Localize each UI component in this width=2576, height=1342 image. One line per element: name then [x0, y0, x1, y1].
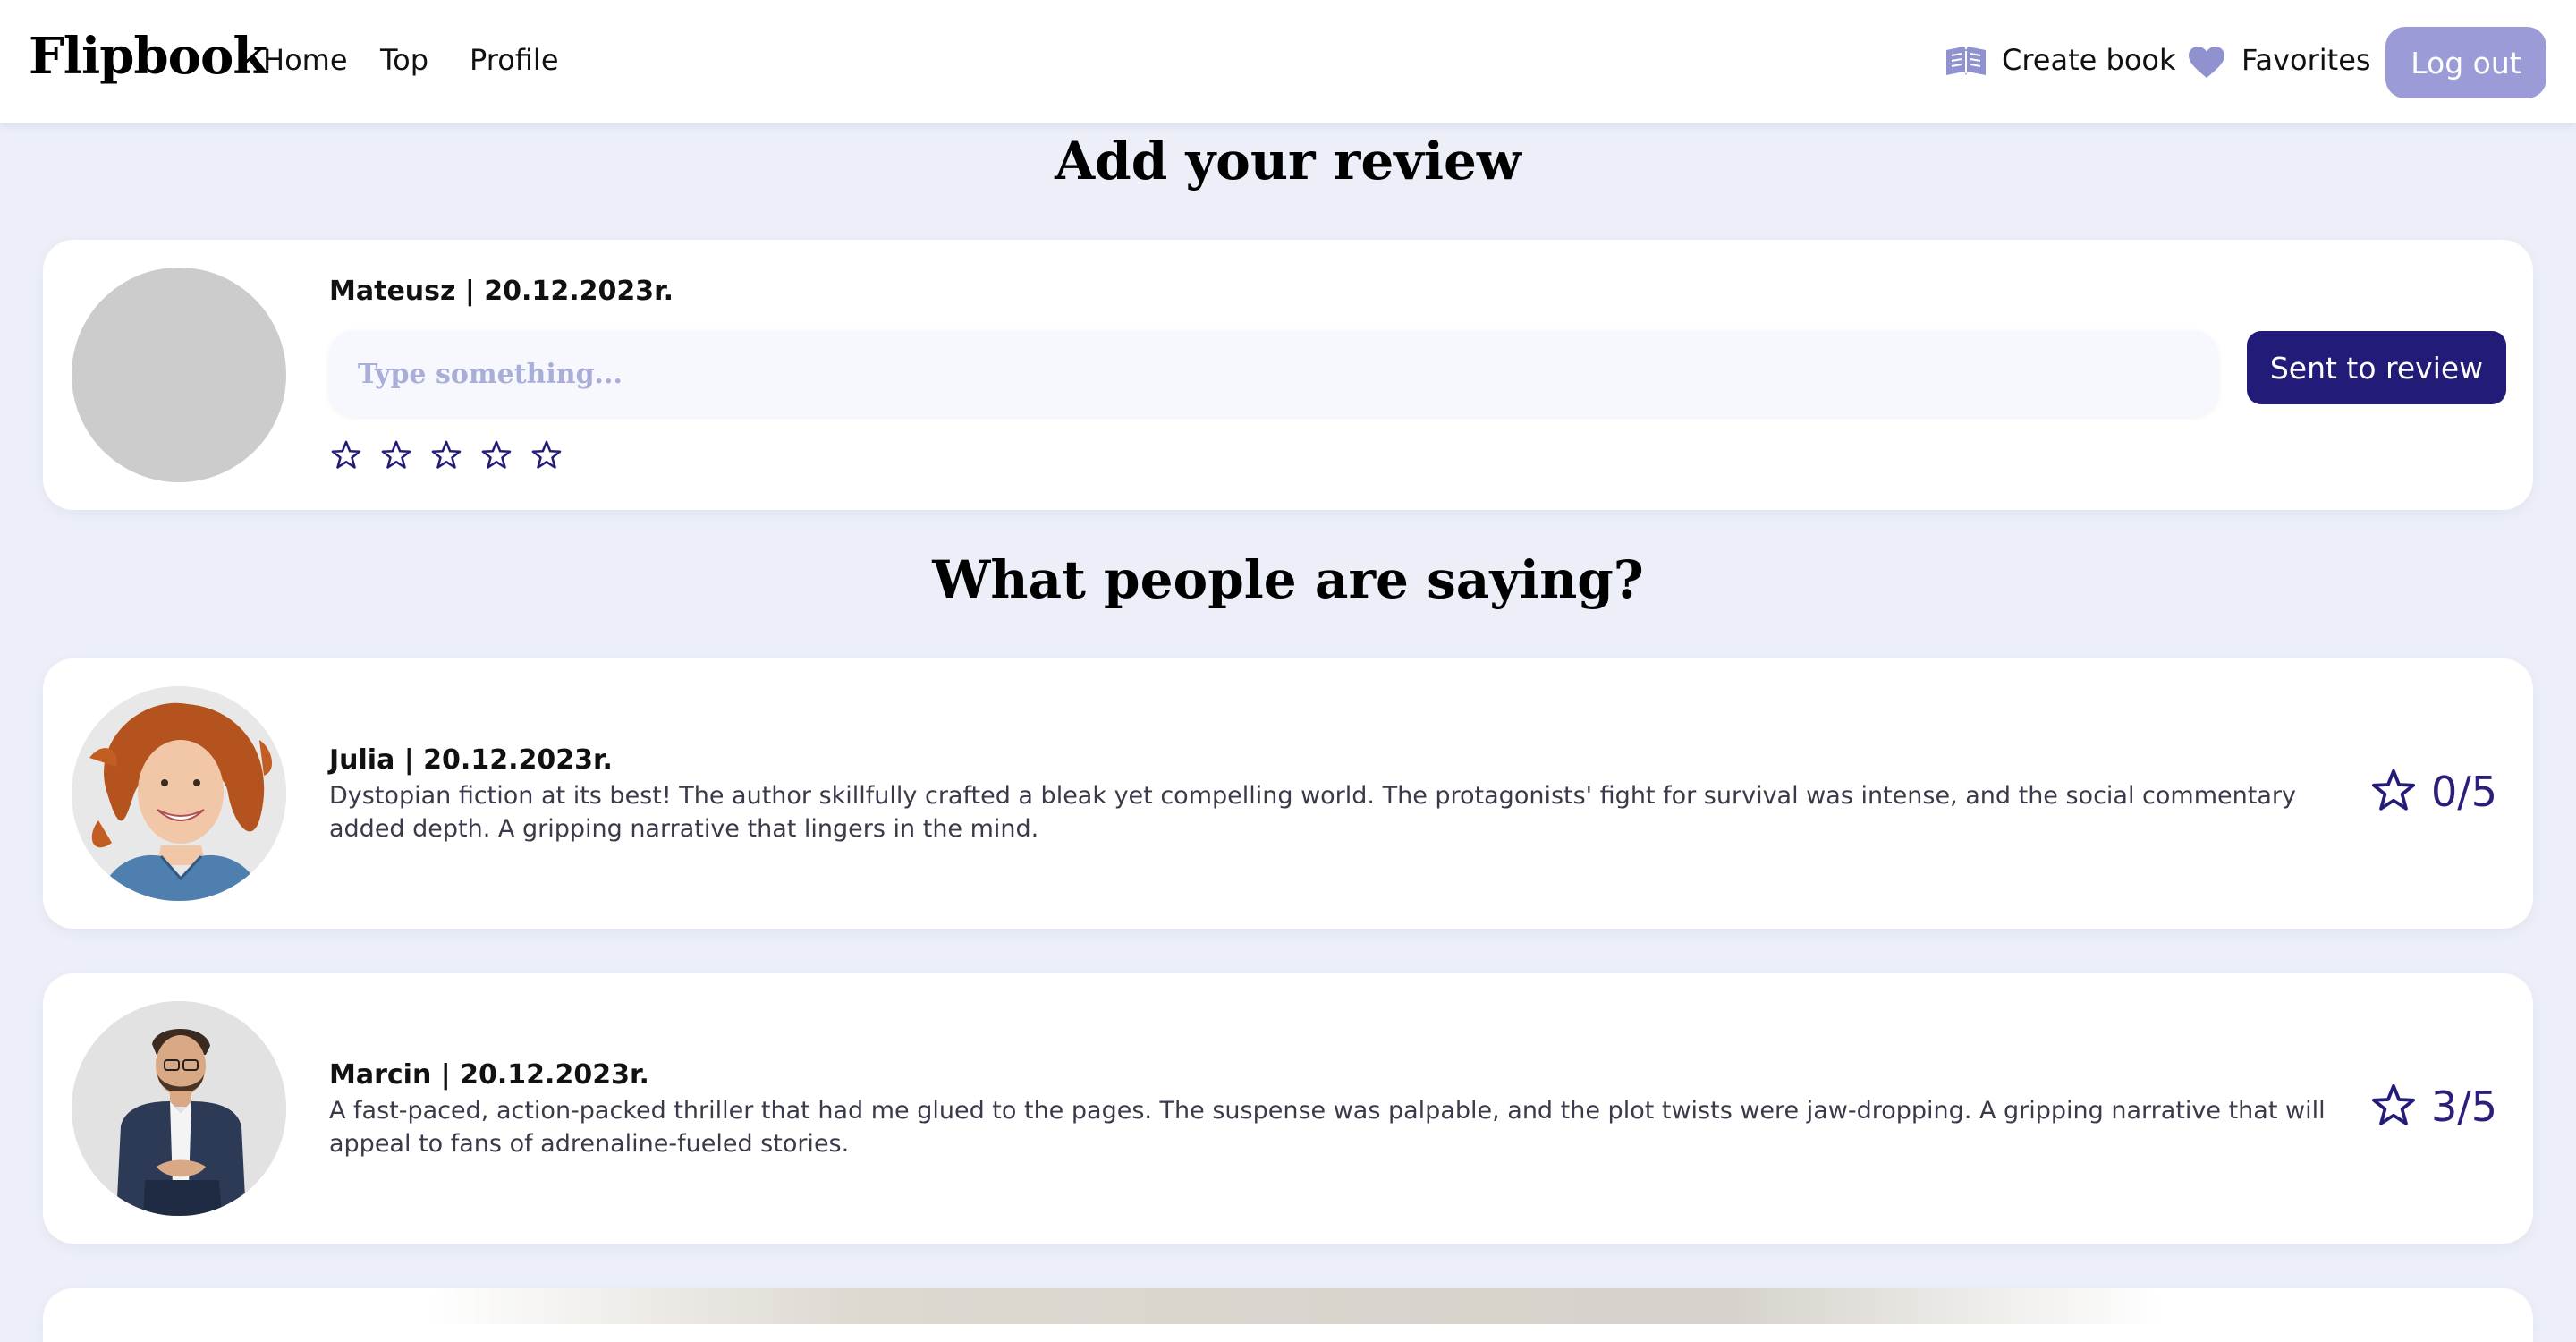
partial-image [428, 1288, 2163, 1324]
star-1-icon[interactable] [329, 438, 365, 474]
top-navigation-bar: Flipbook Home Top Profile Create book Fa… [0, 0, 2576, 123]
star-4-icon[interactable] [479, 438, 515, 474]
current-user-name-date: Mateusz | 20.12.2023r. [329, 276, 674, 307]
heart-icon[interactable] [2188, 47, 2225, 82]
review-card: Julia | 20.12.2023r. Dystopian fiction a… [43, 658, 2533, 929]
nav-home-link[interactable]: Home [263, 43, 348, 77]
site-logo[interactable]: Flipbook [29, 27, 267, 86]
review-rating: 3/5 [2368, 1081, 2512, 1134]
review-card: Marcin | 20.12.2023r. A fast-paced, acti… [43, 973, 2533, 1244]
add-review-card: Mateusz | 20.12.2023r. Sent to review [43, 240, 2533, 510]
star-icon [2368, 1081, 2419, 1134]
rating-value: 0/5 [2431, 768, 2498, 816]
star-icon [2368, 766, 2419, 820]
logout-button[interactable]: Log out [2385, 27, 2546, 98]
avatar [72, 1001, 286, 1216]
review-text: Dystopian fiction at its best! The autho… [329, 782, 2296, 843]
current-user-avatar [72, 268, 286, 482]
send-review-button[interactable]: Sent to review [2247, 331, 2506, 404]
review-text-input[interactable] [329, 331, 2218, 417]
review-author-date: Julia | 20.12.2023r. [329, 744, 613, 776]
rating-value: 3/5 [2431, 1083, 2498, 1131]
review-text: A fast-paced, action-packed thriller tha… [329, 1097, 2326, 1158]
create-book-link[interactable]: Create book [2002, 43, 2176, 77]
nav-top-link[interactable]: Top [380, 43, 428, 77]
favorites-link[interactable]: Favorites [2241, 43, 2371, 77]
review-author-date: Marcin | 20.12.2023r. [329, 1059, 649, 1091]
star-5-icon[interactable] [530, 438, 565, 474]
open-book-icon[interactable] [1945, 45, 1987, 81]
star-2-icon[interactable] [379, 438, 415, 474]
review-rating: 0/5 [2368, 766, 2512, 820]
avatar [72, 686, 286, 901]
add-review-title: Add your review [1055, 131, 1521, 191]
star-3-icon[interactable] [429, 438, 465, 474]
reviews-section-title: What people are saying? [932, 549, 1644, 610]
nav-profile-link[interactable]: Profile [470, 43, 559, 77]
review-card-partial [43, 1288, 2533, 1342]
